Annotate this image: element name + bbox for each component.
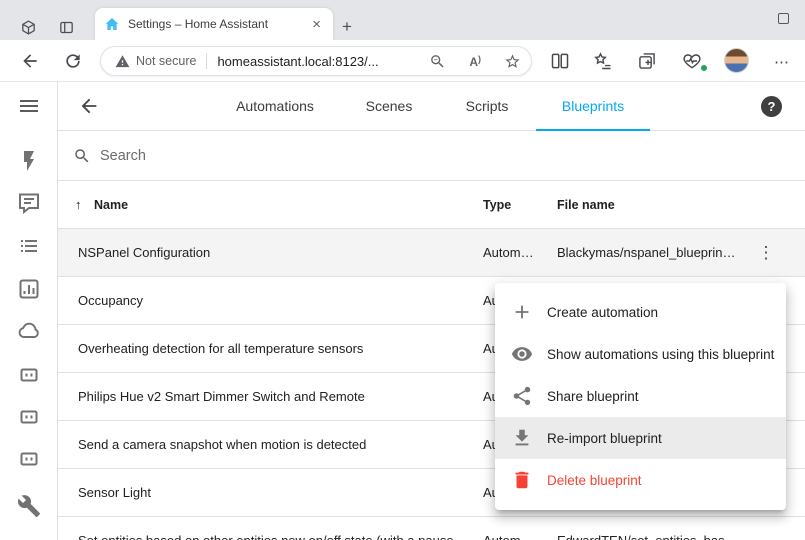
- address-bar[interactable]: Not secure homeassistant.local:8123/... …: [100, 46, 532, 76]
- back-icon[interactable]: [20, 51, 40, 71]
- table-header: ↑ Name Type File name: [58, 181, 805, 229]
- workspaces-icon[interactable]: [20, 19, 37, 36]
- read-aloud-icon[interactable]: A): [469, 54, 481, 69]
- browser-titlebar: Settings – Home Assistant × +: [0, 0, 805, 40]
- blueprint-name: Set entities based on other entities new…: [78, 517, 476, 540]
- sort-ascending-icon[interactable]: ↑: [75, 181, 82, 229]
- help-icon[interactable]: ?: [761, 96, 782, 117]
- blueprint-context-menu: Create automation Show automations using…: [495, 283, 786, 510]
- assist-icon[interactable]: [17, 191, 41, 215]
- blueprint-name: Send a camera snapshot when motion is de…: [78, 421, 366, 469]
- history-chart-icon[interactable]: [17, 277, 41, 301]
- menu-item-label: Delete blueprint: [547, 473, 642, 488]
- download-icon: [511, 427, 533, 449]
- menu-item-show-automations[interactable]: Show automations using this blueprint: [495, 333, 786, 375]
- tab-title: Settings – Home Assistant: [128, 17, 309, 31]
- blueprint-name: Occupancy: [78, 277, 143, 325]
- browser-essentials-icon[interactable]: [682, 51, 702, 71]
- share-icon: [511, 385, 533, 407]
- sidebar-menu-icon[interactable]: [17, 94, 41, 118]
- energy-icon[interactable]: [17, 149, 41, 173]
- refresh-icon[interactable]: [63, 51, 83, 71]
- browser-settings-menu-icon[interactable]: ⋯: [774, 53, 790, 71]
- search-placeholder: Search: [100, 131, 146, 181]
- blueprint-type: Autom…: [483, 517, 534, 540]
- menu-item-reimport-blueprint[interactable]: Re-import blueprint: [495, 417, 786, 459]
- devices-icon[interactable]: [17, 363, 41, 387]
- menu-item-label: Create automation: [547, 305, 658, 320]
- split-screen-icon[interactable]: [550, 51, 570, 71]
- menu-item-share-blueprint[interactable]: Share blueprint: [495, 375, 786, 417]
- profile-avatar[interactable]: [724, 48, 749, 73]
- column-type[interactable]: Type: [483, 181, 511, 229]
- cloud-icon[interactable]: [17, 319, 41, 343]
- menu-item-label: Show automations using this blueprint: [547, 347, 774, 362]
- menu-item-label: Re-import blueprint: [547, 431, 662, 446]
- browser-window: Settings – Home Assistant × + Not secure…: [0, 0, 805, 540]
- search-icon: [73, 147, 91, 165]
- browser-toolbar: Not secure homeassistant.local:8123/... …: [0, 40, 805, 82]
- tab-close-icon[interactable]: ×: [309, 17, 324, 32]
- browser-tab[interactable]: Settings – Home Assistant ×: [95, 8, 333, 40]
- blueprint-type: Autom…: [483, 229, 534, 277]
- window-maximize-icon[interactable]: [778, 13, 789, 24]
- blueprint-name: Philips Hue v2 Smart Dimmer Switch and R…: [78, 373, 365, 421]
- blueprint-file: Blackymas/nspanel_blueprin…: [557, 229, 735, 277]
- blueprint-name: NSPanel Configuration: [78, 229, 210, 277]
- home-assistant-favicon: [104, 16, 120, 32]
- column-file-name[interactable]: File name: [557, 181, 615, 229]
- url-text[interactable]: homeassistant.local:8123/...: [217, 54, 378, 69]
- column-name[interactable]: Name: [94, 181, 128, 229]
- address-divider: [206, 53, 207, 69]
- integrations-icon[interactable]: [17, 447, 41, 471]
- table-row[interactable]: Set entities based on other entities new…: [58, 517, 805, 540]
- menu-item-create-automation[interactable]: Create automation: [495, 291, 786, 333]
- ha-back-icon[interactable]: [78, 95, 100, 117]
- blueprint-name: Overheating detection for all temperatur…: [78, 325, 363, 373]
- tab-scenes[interactable]: Scenes: [366, 82, 413, 131]
- logbook-list-icon[interactable]: [17, 234, 41, 258]
- blueprint-file: EdwardTEN/set_entities_bas…: [557, 517, 738, 540]
- table-row[interactable]: NSPanel Configuration Autom… Blackymas/n…: [58, 229, 805, 277]
- menu-item-delete-blueprint[interactable]: Delete blueprint: [495, 459, 786, 501]
- blueprint-name: Sensor Light: [78, 469, 151, 517]
- tab-actions-icon[interactable]: [58, 19, 75, 36]
- tab-automations[interactable]: Automations: [236, 82, 314, 131]
- favorite-star-icon[interactable]: [504, 53, 521, 70]
- trash-icon: [511, 469, 533, 491]
- new-tab-button[interactable]: +: [342, 18, 352, 35]
- ha-sidebar: [0, 82, 58, 540]
- favorites-hub-icon[interactable]: [593, 51, 613, 71]
- menu-item-label: Share blueprint: [547, 389, 639, 404]
- plus-icon: [511, 301, 533, 323]
- essentials-status-dot: [700, 64, 708, 72]
- eye-icon: [511, 343, 533, 365]
- entities-icon[interactable]: [17, 405, 41, 429]
- search-bar[interactable]: Search: [58, 131, 805, 181]
- collections-icon[interactable]: [637, 51, 657, 71]
- zoom-out-icon[interactable]: [429, 53, 446, 70]
- row-overflow-menu-icon[interactable]: ⋮: [757, 229, 775, 277]
- not-secure-warning-icon: [115, 54, 130, 69]
- ha-header: Automations Scenes Scripts Blueprints ?: [58, 82, 805, 131]
- security-status[interactable]: Not secure: [136, 54, 196, 68]
- tab-blueprints[interactable]: Blueprints: [562, 82, 624, 131]
- developer-tools-icon[interactable]: [17, 494, 41, 518]
- tab-scripts[interactable]: Scripts: [466, 82, 509, 131]
